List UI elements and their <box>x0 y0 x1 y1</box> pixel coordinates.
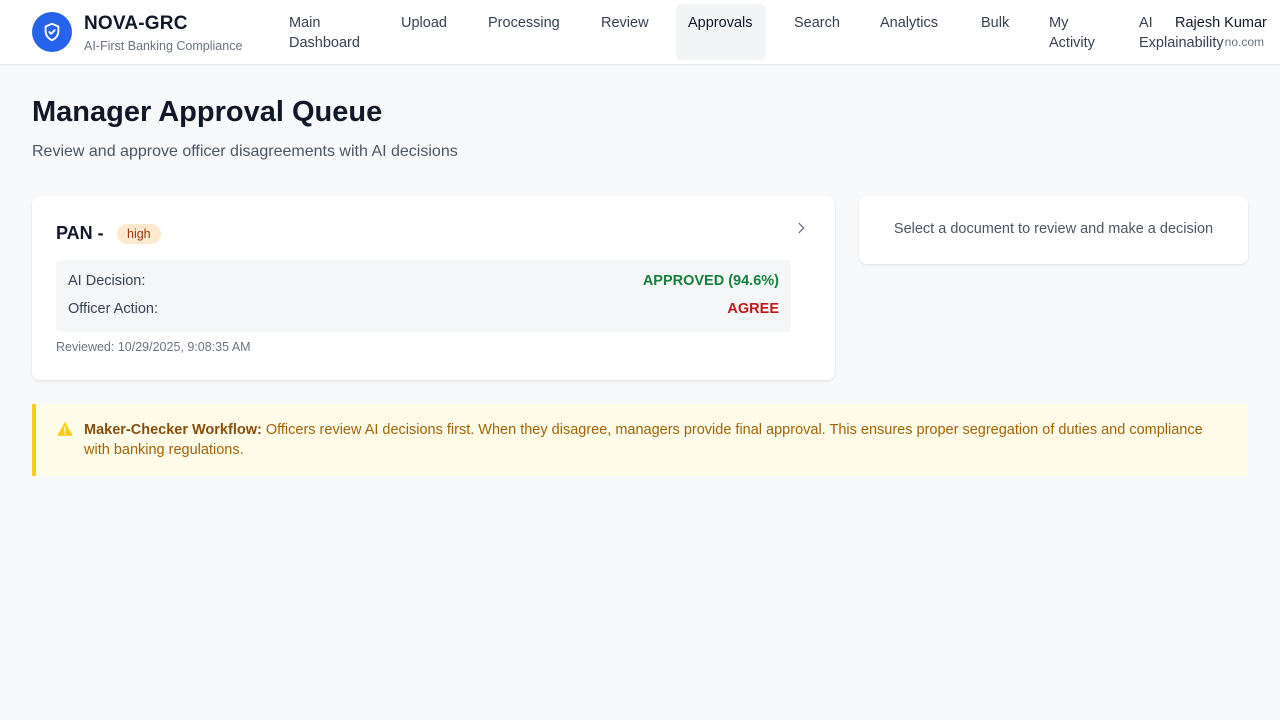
document-type: PAN - <box>56 223 104 243</box>
user-email: no.com <box>1224 35 1264 49</box>
reviewed-timestamp: Reviewed: 10/29/2025, 9:08:35 AM <box>56 340 251 354</box>
shield-check-icon[interactable] <box>32 12 72 52</box>
nav-ai-explainability[interactable]: AI Explainability <box>1127 4 1237 60</box>
top-header: NOVA-GRC AI-First Banking Compliance Mai… <box>0 0 1280 65</box>
nav-analytics[interactable]: Analytics <box>868 4 950 60</box>
nav-search[interactable]: Search <box>782 4 852 60</box>
ai-decision-value: APPROVED (94.6%) <box>642 273 779 289</box>
nav-my-activity[interactable]: My Activity <box>1037 4 1123 60</box>
approval-queue-item[interactable]: PAN - high AI Decision: APPROVED (94.6%)… <box>32 196 835 380</box>
priority-badge: high <box>117 224 161 244</box>
workflow-notice: Maker-Checker Workflow: Officers review … <box>32 404 1248 476</box>
page-subtitle: Review and approve officer disagreements… <box>32 143 458 160</box>
notice-message: Maker-Checker Workflow: Officers review … <box>84 420 1224 460</box>
ai-decision-label: AI Decision: <box>68 273 146 289</box>
app-subtitle: AI-First Banking Compliance <box>84 39 243 53</box>
decision-summary: AI Decision: APPROVED (94.6%) Officer Ac… <box>56 260 791 332</box>
chevron-right-icon[interactable] <box>793 220 809 236</box>
nav-main-dashboard[interactable]: Main Dashboard <box>277 4 377 60</box>
notice-title: Maker-Checker Workflow: <box>84 422 262 438</box>
decision-panel: Select a document to review and make a d… <box>859 196 1248 264</box>
warning-icon <box>57 421 73 436</box>
nav-upload[interactable]: Upload <box>389 4 459 60</box>
user-name[interactable]: Rajesh Kumar <box>1173 15 1267 31</box>
page-title: Manager Approval Queue <box>32 96 383 128</box>
officer-action-label: Officer Action: <box>68 301 158 317</box>
officer-action-value: AGREE <box>727 301 779 317</box>
app-title: NOVA-GRC <box>84 13 188 34</box>
nav-review[interactable]: Review <box>589 4 661 60</box>
nav-bulk[interactable]: Bulk <box>969 4 1021 60</box>
nav-processing[interactable]: Processing <box>476 4 572 60</box>
nav-approvals[interactable]: Approvals <box>676 4 766 60</box>
decision-panel-placeholder: Select a document to review and make a d… <box>893 221 1214 237</box>
